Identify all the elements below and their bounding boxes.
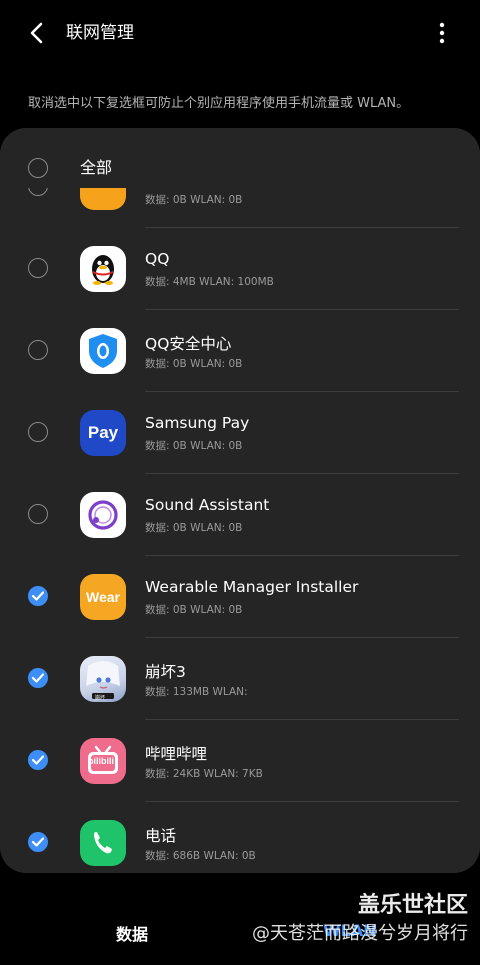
app-name: 哔哩哔哩 xyxy=(145,745,208,763)
watermark-community: 盖乐世社区 xyxy=(357,893,468,918)
app-usage: 数据: 686B WLAN: 0B xyxy=(145,850,256,862)
watermark-author: @天苍茫而路漫兮岁月将行 xyxy=(252,923,468,944)
page-title: 联网管理 xyxy=(66,23,134,43)
app-row[interactable]: Wear Wearable Manager Installer 数据: 0B WLA… xyxy=(0,556,480,638)
select-all-row[interactable]: 全部 xyxy=(0,146,480,190)
app-name: QQ xyxy=(145,250,170,268)
checkbox-unchecked[interactable] xyxy=(28,422,48,442)
checkbox-checked[interactable] xyxy=(28,832,48,852)
checkbox-unchecked[interactable] xyxy=(28,340,48,360)
more-options-icon[interactable] xyxy=(430,20,454,46)
orange-app-icon xyxy=(80,188,126,210)
select-all-checkbox[interactable] xyxy=(28,158,48,178)
samsung-pay-icon: Pay xyxy=(80,410,126,456)
sound-assistant-icon xyxy=(80,492,126,538)
checkbox-checked[interactable] xyxy=(28,586,48,606)
app-list[interactable]: 数据: 0B WLAN: 0B QQ 数据: 4MB WLAN: 100MB QQ… xyxy=(0,188,480,873)
wear-icon: Wear xyxy=(80,574,126,620)
app-row[interactable]: Sound Assistant 数据: 0B WLAN: 0B xyxy=(0,474,480,556)
phone-icon xyxy=(80,820,126,866)
app-row[interactable]: bilibili 哔哩哔哩数据: 24KB WLAN: 7KB xyxy=(0,720,480,802)
select-all-label: 全部 xyxy=(80,158,113,177)
app-name: QQ安全中心 xyxy=(145,335,232,353)
qq-security-shield-icon xyxy=(80,328,126,374)
app-row[interactable]: Pay Samsung Pay 数据: 0B WLAN: 0B xyxy=(0,392,480,474)
app-name: Samsung Pay xyxy=(145,414,250,432)
app-name: 电话 xyxy=(145,827,177,845)
app-row[interactable]: QQ安全中心数据: 0B WLAN: 0B xyxy=(0,310,480,392)
app-usage: 数据: 4MB WLAN: 100MB xyxy=(145,276,274,288)
app-row[interactable]: QQ 数据: 4MB WLAN: 100MB xyxy=(0,228,480,310)
app-name: 崩坏3 xyxy=(145,663,186,681)
app-usage: 数据: 24KB WLAN: 7KB xyxy=(145,768,263,780)
checkbox-unchecked[interactable] xyxy=(28,188,48,196)
app-usage: 数据: 0B WLAN: 0B xyxy=(145,440,243,452)
checkbox-unchecked[interactable] xyxy=(28,258,48,278)
app-usage: 数据: 0B WLAN: 0B xyxy=(145,358,243,370)
qq-penguin-icon xyxy=(80,246,126,292)
app-row[interactable]: 电话数据: 686B WLAN: 0B xyxy=(0,802,480,873)
app-name: Sound Assistant xyxy=(145,496,270,514)
bilibili-icon: bilibili xyxy=(80,738,126,784)
app-usage: 数据: 0B WLAN: 0B xyxy=(145,194,243,206)
description-text: 取消选中以下复选框可防止个别应用程序使用手机流量或 WLAN。 xyxy=(28,96,410,111)
app-name: Wearable Manager Installer xyxy=(145,578,359,596)
app-usage: 数据: 133MB WLAN: xyxy=(145,686,248,698)
app-list-card: 全部 数据: 0B WLAN: 0B QQ 数据: 4MB WLAN: 100MB… xyxy=(0,128,480,873)
checkbox-unchecked[interactable] xyxy=(28,504,48,524)
app-usage: 数据: 0B WLAN: 0B xyxy=(145,522,243,534)
app-bar: 联网管理 xyxy=(0,0,480,66)
app-usage: 数据: 0B WLAN: 0B xyxy=(145,604,243,616)
app-row[interactable]: 数据: 0B WLAN: 0B xyxy=(0,188,480,228)
checkbox-checked[interactable] xyxy=(28,668,48,688)
bottom-tab-bar: 数据 WLAN 盖乐世社区 @天苍茫而路漫兮岁月将行 xyxy=(0,873,480,965)
checkbox-checked[interactable] xyxy=(28,750,48,770)
tab-data[interactable]: 数据 xyxy=(116,921,148,945)
app-row[interactable]: 崩坏 崩坏3 数据: 133MB WLAN: xyxy=(0,638,480,720)
back-arrow-icon[interactable] xyxy=(26,20,48,46)
honkai-impact-icon: 崩坏 xyxy=(80,656,126,702)
